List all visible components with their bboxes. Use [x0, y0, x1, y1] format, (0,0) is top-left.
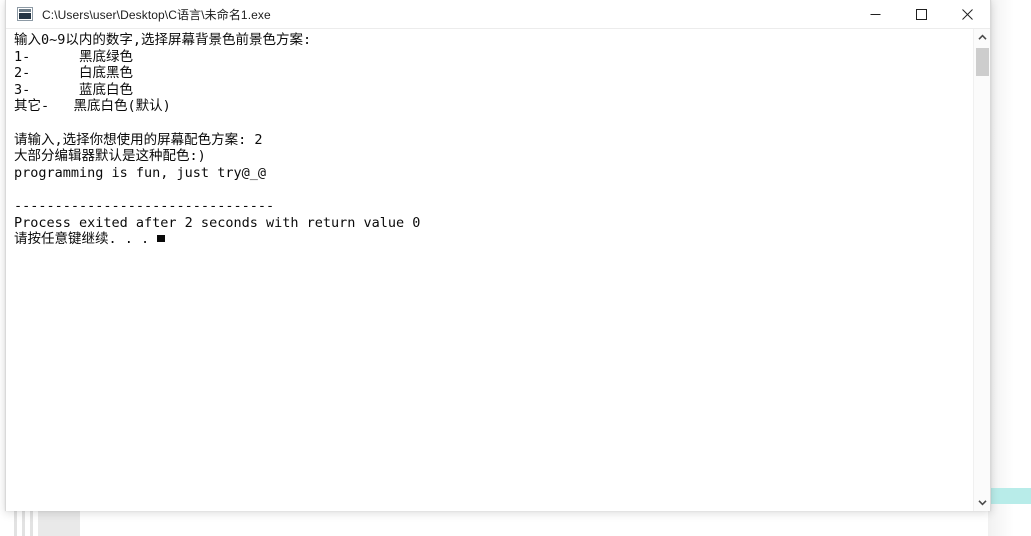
minimize-button[interactable]	[852, 0, 898, 28]
console-app-icon	[17, 7, 33, 21]
scroll-up-button[interactable]	[974, 29, 990, 46]
taskbar-edge-line-b	[22, 508, 25, 536]
close-button[interactable]	[944, 0, 990, 28]
desktop-accent-band	[988, 488, 1031, 504]
block-cursor	[157, 235, 166, 243]
console-scrollbar[interactable]	[973, 29, 990, 511]
console-text: 输入0~9以内的数字,选择屏幕背景色前景色方案: 1- 黑底绿色 2- 白底黑色…	[14, 32, 421, 248]
taskbar-edge-line-c	[30, 508, 33, 536]
title-bar[interactable]: C:\Users\user\Desktop\C语言\未命名1.exe	[6, 0, 990, 29]
window-title: C:\Users\user\Desktop\C语言\未命名1.exe	[42, 7, 271, 22]
scroll-track[interactable]	[974, 46, 990, 494]
console-window: C:\Users\user\Desktop\C语言\未命名1.exe 输入0~9…	[5, 0, 991, 511]
scroll-down-button[interactable]	[974, 494, 990, 511]
console-output-area[interactable]: 输入0~9以内的数字,选择屏幕背景色前景色方案: 1- 黑底绿色 2- 白底黑色…	[6, 29, 990, 511]
scroll-thumb[interactable]	[976, 48, 989, 76]
taskbar-edge-line-a	[14, 508, 17, 536]
window-edge-shadow	[988, 0, 1014, 536]
taskbar-item[interactable]	[38, 510, 80, 536]
window-controls	[852, 0, 990, 28]
maximize-button[interactable]	[898, 0, 944, 28]
